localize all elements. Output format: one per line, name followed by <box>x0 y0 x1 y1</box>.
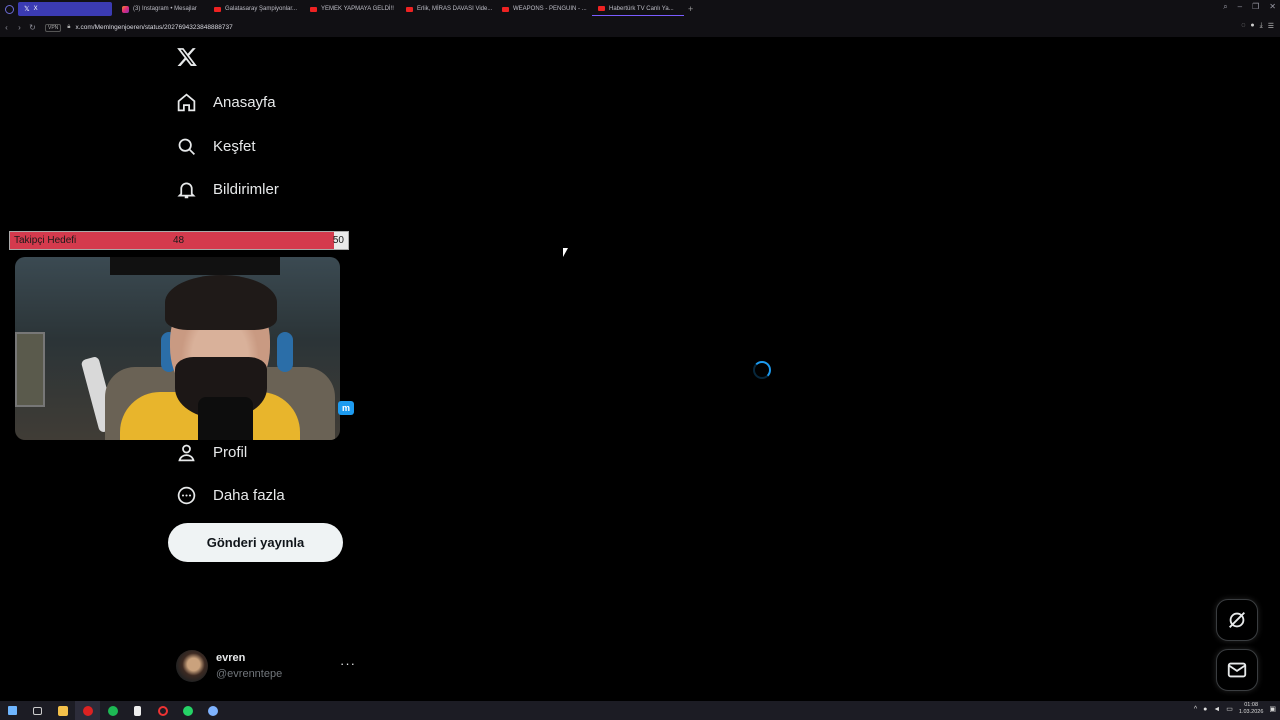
spotify-icon[interactable] <box>100 701 125 720</box>
messages-button[interactable] <box>1216 649 1258 691</box>
file-explorer-icon[interactable] <box>50 701 75 720</box>
clock[interactable]: 01:08 1.03.2026 <box>1239 702 1263 716</box>
tab-erlik[interactable]: Erlik, MİRAS DAVASI Vide... <box>400 2 496 16</box>
youtube-icon <box>502 6 509 12</box>
whatsapp-icon[interactable] <box>175 701 200 720</box>
account-name: evren <box>216 652 246 664</box>
x-icon: 𝕏 <box>24 6 30 13</box>
sidebar-item-label: Keşfet <box>213 138 256 155</box>
sidebar-item-label: Anasayfa <box>213 94 276 111</box>
webcam-shelf <box>110 257 280 275</box>
account-switcher[interactable]: evren @evrenntepe ··· <box>176 650 356 684</box>
tab-yemek[interactable]: YEMEK YAPMAYA GELDİ!! <box>304 2 400 16</box>
opera-icon[interactable] <box>150 701 175 720</box>
account-handle: @evrenntepe <box>216 668 283 680</box>
x-logo-icon[interactable] <box>176 46 198 68</box>
extension-icon[interactable]: ◌ <box>1241 22 1245 30</box>
mail-icon <box>1227 662 1247 678</box>
home-icon <box>177 93 196 112</box>
sidebar-item-more[interactable]: Daha fazla <box>176 485 285 506</box>
webcam-overlay <box>15 257 340 440</box>
sidebar-item-label: Bildirimler <box>213 181 279 198</box>
browser-tab-bar: 𝕏 X (3) Instagram • Mesajlar Galatasaray… <box>0 0 1280 18</box>
vpn-badge[interactable]: VPN <box>45 23 62 32</box>
app-icon[interactable] <box>125 701 150 720</box>
search-icon <box>178 138 195 155</box>
grok-button[interactable] <box>1216 599 1258 641</box>
sidebar-item-explore[interactable]: Keşfet <box>176 136 256 157</box>
notification-icon[interactable]: ▣ <box>1269 705 1276 713</box>
sidebar-item-label: Daha fazla <box>213 487 285 504</box>
minimize-icon[interactable]: – <box>1238 2 1242 12</box>
instagram-icon <box>122 5 129 13</box>
sidebar-item-notifications[interactable]: Bildirimler <box>176 179 279 200</box>
profile-icon[interactable]: ● <box>1250 22 1254 30</box>
headphone-right <box>277 332 293 372</box>
task-view-icon[interactable] <box>25 701 50 720</box>
tab-haberturk[interactable]: Habertürk TV Canlı Ya... <box>592 2 684 16</box>
person-icon <box>178 444 195 462</box>
reload-icon[interactable]: ↻ <box>26 23 39 32</box>
badge: m <box>338 401 354 415</box>
sidebar-item-profile[interactable]: Profil <box>176 442 247 463</box>
back-icon[interactable]: ‹ <box>0 23 13 32</box>
tab-label: Erlik, MİRAS DAVASI Vide... <box>417 6 493 12</box>
settings-app-icon[interactable] <box>200 701 225 720</box>
url-field[interactable]: x.com/Memlngenjoeren/status/202769432384… <box>75 24 232 31</box>
bell-icon <box>177 182 196 199</box>
goal-target: 50 <box>332 235 344 246</box>
post-button[interactable]: Gönderi yayınla <box>168 523 343 562</box>
volume-icon[interactable]: ◄ <box>1213 706 1220 713</box>
sidebar-item-home[interactable]: Anasayfa <box>176 92 276 113</box>
follower-goal-bar: Takipçi Hedefi 48 50 <box>9 231 349 250</box>
youtube-icon <box>214 6 221 12</box>
grok-icon <box>1229 612 1245 628</box>
mouse-cursor-icon <box>563 248 568 257</box>
webcam-picture-frame <box>15 332 45 407</box>
youtube-icon <box>406 6 413 12</box>
sidebar-item-label: Profil <box>213 444 248 461</box>
loading-spinner-icon <box>753 361 771 379</box>
tab-label: WEAPONS - PENGUIN - ... <box>513 6 587 12</box>
lock-icon[interactable]: 🔒︎ <box>67 24 70 31</box>
system-tray: ^ ● ◄ ▭ 01:08 1.03.2026 ▣ <box>1194 702 1276 716</box>
tab-weapons[interactable]: WEAPONS - PENGUIN - ... <box>496 2 592 16</box>
browser-taskbar-icon[interactable] <box>75 701 100 720</box>
menu-icon[interactable]: ☰ <box>1268 22 1274 30</box>
more-icon[interactable]: ··· <box>340 656 356 671</box>
clock-time: 01:08 <box>1244 702 1259 708</box>
browser-logo-icon[interactable] <box>0 0 18 18</box>
microphone-icon[interactable]: ● <box>1203 706 1207 713</box>
clock-date: 1.03.2026 <box>1238 709 1264 715</box>
window-controls: ⌕ – ❐ ✕ <box>1223 2 1276 12</box>
forward-icon[interactable]: › <box>13 23 26 32</box>
youtube-icon <box>310 6 317 12</box>
network-icon[interactable]: ▭ <box>1226 705 1233 713</box>
youtube-icon <box>598 6 605 11</box>
taskbar: ^ ● ◄ ▭ 01:08 1.03.2026 ▣ <box>0 701 1280 720</box>
tab-instagram[interactable]: (3) Instagram • Mesajlar <box>116 2 208 16</box>
address-bar: ‹ › ↻ VPN 🔒︎ x.com/Memlngenjoeren/status… <box>0 18 1280 37</box>
more-circle-icon <box>177 486 196 505</box>
microphone <box>198 397 253 440</box>
tab-x[interactable]: 𝕏 X <box>18 2 112 16</box>
address-bar-actions: ◌ ● ⤓ ☰ <box>1241 22 1274 30</box>
goal-current: 48 <box>173 235 185 246</box>
search-tabs-icon[interactable]: ⌕ <box>1223 2 1227 12</box>
new-tab-button[interactable]: + <box>684 4 697 14</box>
webcam-hair <box>165 275 277 330</box>
start-icon[interactable] <box>0 701 25 720</box>
tab-label: YEMEK YAPMAYA GELDİ!! <box>321 6 394 12</box>
close-icon[interactable]: ✕ <box>1269 2 1276 12</box>
tab-galatasaray[interactable]: Galatasaray Şampiyonlar... <box>208 2 304 16</box>
restore-icon[interactable]: ❐ <box>1252 2 1259 12</box>
goal-label: Takipçi Hedefi <box>14 235 77 246</box>
tab-label: Galatasaray Şampiyonlar... <box>225 6 298 12</box>
tab-label: (3) Instagram • Mesajlar <box>133 6 197 12</box>
chevron-up-icon[interactable]: ^ <box>1194 706 1197 713</box>
tab-label: Habertürk TV Canlı Ya... <box>609 5 674 12</box>
avatar <box>176 650 208 682</box>
tab-label: X <box>33 6 38 12</box>
download-icon[interactable]: ⤓ <box>1260 22 1263 30</box>
